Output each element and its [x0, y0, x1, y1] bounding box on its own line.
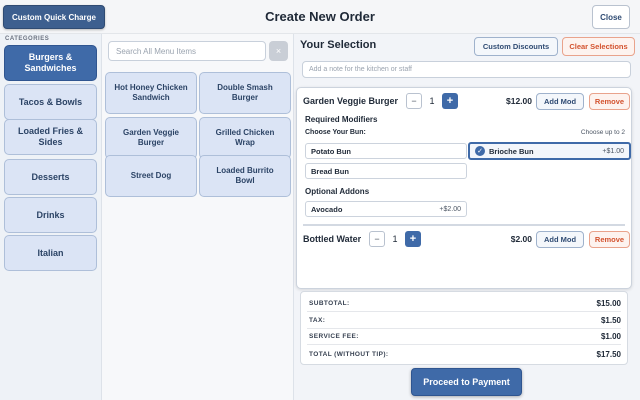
- add-mod-button[interactable]: Add Mod: [536, 231, 584, 248]
- option-avocado[interactable]: Avocado +$2.00: [305, 201, 467, 217]
- quantity-value: 1: [392, 234, 398, 244]
- bun-choice-heading: Choose Your Bun:: [305, 129, 366, 136]
- category-drinks[interactable]: Drinks: [4, 197, 97, 233]
- option-brioche-bun[interactable]: ✓ Brioche Bun +$1.00: [468, 142, 631, 160]
- option-potato-bun[interactable]: Potato Bun: [305, 143, 467, 159]
- option-label: Bread Bun: [311, 166, 349, 176]
- close-button[interactable]: Close: [592, 5, 630, 29]
- menu-item-street-dog[interactable]: Street Dog: [105, 155, 197, 197]
- service-fee-value: $1.00: [600, 332, 621, 341]
- option-price: +$1.00: [602, 147, 624, 155]
- search-input[interactable]: Search All Menu Items: [108, 41, 266, 61]
- total-label: TOTAL (WITHOUT TIP):: [309, 351, 389, 358]
- optional-addons-heading: Optional Addons: [305, 187, 370, 196]
- order-item-name: Garden Veggie Burger: [303, 96, 399, 106]
- menu-item-garden-veggie-burger[interactable]: Garden Veggie Burger: [105, 117, 197, 159]
- option-bread-bun[interactable]: Bread Bun: [305, 163, 467, 179]
- totals-divider: [307, 311, 621, 312]
- totals-divider: [307, 344, 621, 345]
- category-tacos-bowls[interactable]: Tacos & Bowls: [4, 84, 97, 120]
- menu-panel: Search All Menu Items × Hot Honey Chicke…: [102, 34, 294, 400]
- subtotal-label: SUBTOTAL:: [309, 300, 350, 307]
- page-title: Create New Order: [265, 9, 375, 24]
- order-item-name: Bottled Water: [303, 234, 362, 244]
- decrease-quantity-button[interactable]: −: [406, 93, 422, 109]
- category-burgers-sandwiches[interactable]: Burgers & Sandwiches: [4, 45, 97, 81]
- remove-item-button[interactable]: Remove: [589, 231, 630, 248]
- decrease-quantity-button[interactable]: −: [369, 231, 385, 247]
- required-modifiers-heading: Required Modifiers: [305, 115, 378, 124]
- subtotal-value: $15.00: [596, 299, 621, 308]
- quantity-value: 1: [429, 96, 435, 106]
- service-fee-label: SERVICE FEE:: [309, 333, 359, 340]
- kitchen-note-input[interactable]: Add a note for the kitchen or staff: [302, 61, 631, 78]
- totals-divider: [307, 328, 621, 329]
- categories-sidebar: CATEGORIES Burgers & Sandwiches Tacos & …: [0, 34, 102, 400]
- item-divider: [303, 224, 625, 226]
- tax-label: TAX:: [309, 317, 326, 324]
- header-bar: Custom Quick Charge Create New Order Clo…: [0, 0, 640, 34]
- order-item-price: $12.00: [506, 96, 532, 106]
- option-label: Avocado: [311, 204, 343, 214]
- clear-search-icon[interactable]: ×: [269, 41, 288, 61]
- add-mod-button[interactable]: Add Mod: [536, 93, 584, 110]
- order-totals: SUBTOTAL: $15.00 TAX: $1.50 SERVICE FEE:…: [300, 291, 628, 365]
- increase-quantity-button[interactable]: +: [442, 93, 458, 109]
- increase-quantity-button[interactable]: +: [405, 231, 421, 247]
- bun-choice-hint: Choose up to 2: [580, 129, 625, 136]
- remove-item-button[interactable]: Remove: [589, 93, 630, 110]
- total-value: $17.50: [596, 350, 621, 359]
- category-loaded-fries-sides[interactable]: Loaded Fries & Sides: [4, 119, 97, 155]
- menu-item-hot-honey-chicken-sandwich[interactable]: Hot Honey Chicken Sandwich: [105, 72, 197, 114]
- selection-panel: Your Selection Custom Discounts Clear Se…: [294, 34, 640, 400]
- option-label: Brioche Bun: [489, 146, 534, 156]
- category-desserts[interactable]: Desserts: [4, 159, 97, 195]
- category-italian[interactable]: Italian: [4, 235, 97, 271]
- menu-item-grilled-chicken-wrap[interactable]: Grilled Chicken Wrap: [199, 117, 291, 159]
- tax-value: $1.50: [600, 316, 621, 325]
- categories-heading: CATEGORIES: [5, 36, 50, 42]
- selection-title: Your Selection: [300, 39, 377, 51]
- option-label: Potato Bun: [311, 146, 351, 156]
- order-item-price: $2.00: [510, 234, 532, 244]
- clear-selections-button[interactable]: Clear Selections: [562, 37, 635, 56]
- proceed-to-payment-button[interactable]: Proceed to Payment: [411, 368, 522, 396]
- order-items-card: Garden Veggie Burger − 1 + $12.00 Add Mo…: [296, 87, 632, 289]
- menu-item-loaded-burrito-bowl[interactable]: Loaded Burrito Bowl: [199, 155, 291, 197]
- menu-item-double-smash-burger[interactable]: Double Smash Burger: [199, 72, 291, 114]
- option-price: +$2.00: [439, 205, 461, 213]
- custom-discounts-button[interactable]: Custom Discounts: [474, 37, 558, 56]
- check-icon: ✓: [475, 146, 485, 156]
